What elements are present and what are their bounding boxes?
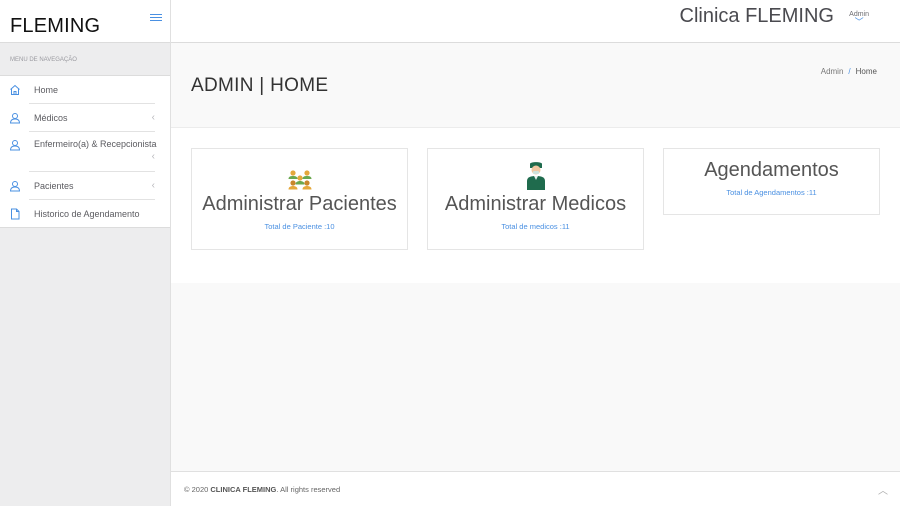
chevron-left-icon: ‹ xyxy=(151,180,155,191)
card-title: Administrar Pacientes xyxy=(202,193,397,215)
home-icon xyxy=(8,83,22,97)
sidebar: FLEMING MENU DE NAVEGAÇÃO Home Médicos ‹… xyxy=(0,0,171,506)
page-title: ADMIN | HOME xyxy=(191,75,329,96)
sidebar-item-pacientes[interactable]: Pacientes ‹ xyxy=(0,172,170,199)
copyright-text: © 2020 CLINICA FLEMING. All rights reser… xyxy=(184,485,340,494)
chevron-down-icon: ﹀ xyxy=(854,17,864,27)
sidebar-item-enfermeiro-recepcionista[interactable]: Enfermeiro(a) & Recepcionista ‹ xyxy=(0,132,170,171)
brand-logo-text[interactable]: FLEMING xyxy=(10,15,100,38)
card-agendamentos: Agendamentos Total de Agendamentos :11 xyxy=(663,148,880,215)
card-administrar-medicos: Administrar Medicos Total de medicos :11 xyxy=(427,148,644,250)
brand-header: FLEMING xyxy=(0,0,170,43)
sidebar-item-label: Home xyxy=(34,84,59,95)
sidebar-item-label: Historico de Agendamento xyxy=(34,208,140,219)
chevron-left-icon: ‹ xyxy=(151,151,155,162)
card-title: Agendamentos xyxy=(704,159,839,181)
dashboard-cards: Administrar Pacientes Total de Paciente … xyxy=(171,128,900,283)
user-icon xyxy=(8,138,22,152)
doctor-icon xyxy=(428,161,643,191)
copyright-suffix: . All rights reserved xyxy=(276,485,341,494)
chevron-left-icon: ‹ xyxy=(151,112,155,123)
file-icon xyxy=(8,207,22,221)
sidebar-nav: Home Médicos ‹ Enfermeiro(a) & Recepcion… xyxy=(0,76,170,228)
breadcrumb-current: Home xyxy=(855,67,877,76)
user-icon xyxy=(8,179,22,193)
footer: © 2020 CLINICA FLEMING. All rights reser… xyxy=(171,471,900,506)
copyright-brand: CLINICA FLEMING xyxy=(210,485,277,494)
sidebar-item-label: Enfermeiro(a) & Recepcionista xyxy=(34,139,157,149)
breadcrumb-separator: / xyxy=(848,67,851,76)
sidebar-item-home[interactable]: Home xyxy=(0,76,170,103)
breadcrumb-root[interactable]: Admin xyxy=(821,67,844,76)
copyright-prefix: © 2020 xyxy=(184,485,209,494)
card-title: Administrar Medicos xyxy=(444,193,627,215)
clinic-title: Clinica FLEMING xyxy=(679,5,834,27)
total-medicos-link[interactable]: Total de medicos :11 xyxy=(428,222,643,231)
total-agendamentos-link[interactable]: Total de Agendamentos :11 xyxy=(664,188,879,197)
nav-heading: MENU DE NAVEGAÇÃO xyxy=(0,43,170,76)
user-menu[interactable]: Admin ﹀ xyxy=(849,11,869,27)
page-header: ADMIN | HOME Admin / Home xyxy=(171,43,900,128)
chevron-up-icon[interactable]: ︿ xyxy=(878,482,888,497)
sidebar-item-medicos[interactable]: Médicos ‹ xyxy=(0,104,170,131)
user-icon xyxy=(8,111,22,125)
top-navbar: Clinica FLEMING Admin ﹀ xyxy=(171,0,900,43)
menu-toggle-icon[interactable] xyxy=(150,14,162,24)
patients-group-icon xyxy=(192,161,407,191)
breadcrumb: Admin / Home xyxy=(821,67,877,76)
total-pacientes-link[interactable]: Total de Paciente :10 xyxy=(192,222,407,231)
sidebar-item-label: Pacientes xyxy=(34,180,74,191)
sidebar-item-label: Médicos xyxy=(34,112,68,123)
sidebar-item-historico[interactable]: Historico de Agendamento xyxy=(0,200,170,227)
card-administrar-pacientes: Administrar Pacientes Total de Paciente … xyxy=(191,148,408,250)
